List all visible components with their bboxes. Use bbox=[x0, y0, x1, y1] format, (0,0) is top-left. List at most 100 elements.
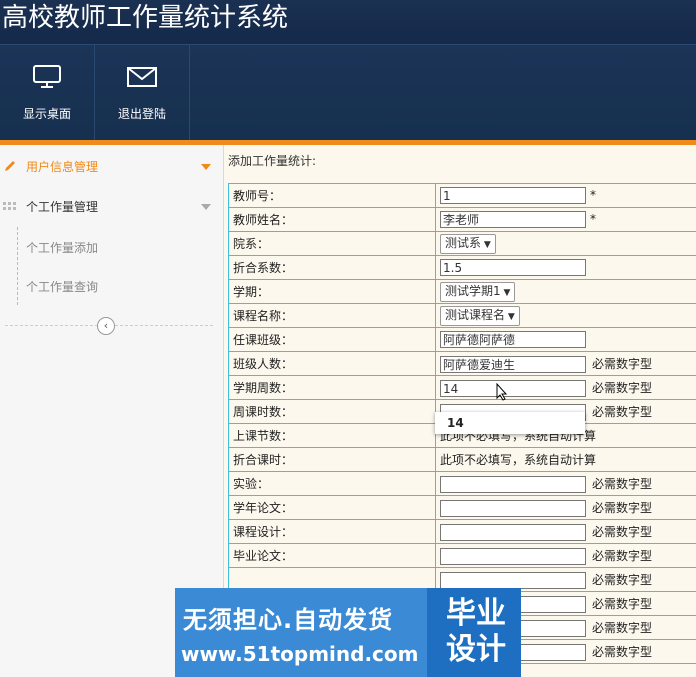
text-input[interactable] bbox=[440, 523, 586, 541]
field-cell: 1 * bbox=[435, 183, 696, 208]
form-row: 毕业论文： 必需数字型 bbox=[228, 543, 696, 568]
form-row: 学期： 测试学期1 ▼ bbox=[228, 279, 696, 304]
toolbar: 显示桌面 退出登陆 bbox=[0, 45, 696, 140]
watermark-banner: 无须担心.自动发货 www.51topmind.com bbox=[175, 588, 427, 677]
field-cell: 14 必需数字型 bbox=[435, 375, 696, 400]
field-cell: 阿萨德爱迪生 必需数字型 bbox=[435, 351, 696, 376]
form-row: 实验： 必需数字型 bbox=[228, 471, 696, 496]
text-input[interactable]: 阿萨德阿萨德 bbox=[440, 331, 586, 348]
show-desktop-button[interactable]: 显示桌面 bbox=[0, 45, 95, 140]
text-input[interactable]: 李老师 bbox=[440, 211, 586, 228]
form-row: 折合系数： 1.5 bbox=[228, 255, 696, 280]
field-cell: 必需数字型 bbox=[435, 519, 696, 544]
form-row: 课程设计： 必需数字型 bbox=[228, 519, 696, 544]
numeric-hint: 必需数字型 bbox=[592, 620, 653, 635]
dropdown-value: 测试系 bbox=[445, 235, 482, 250]
dropdown-value: 测试课程名 bbox=[445, 307, 506, 322]
text-input[interactable]: 阿萨德爱迪生 bbox=[440, 355, 586, 373]
numeric-hint: 必需数字型 bbox=[592, 644, 653, 659]
app-title: 高校教师工作量统计系统 bbox=[2, 3, 289, 33]
field-label: 班级人数： bbox=[228, 351, 436, 376]
field-cell: 阿萨德阿萨德 bbox=[435, 327, 696, 352]
form-row: 院系： 测试系 ▼ bbox=[228, 231, 696, 256]
watermark-url: www.51topmind.com bbox=[181, 642, 419, 666]
field-label: 上课节数： bbox=[228, 423, 436, 448]
page-title: 添加工作量统计: bbox=[228, 154, 317, 168]
field-label: 教师号： bbox=[228, 183, 436, 208]
field-cell: 必需数字型 bbox=[435, 471, 696, 496]
text-input[interactable] bbox=[440, 499, 586, 517]
field-label: 实验： bbox=[228, 471, 436, 496]
numeric-hint: 必需数字型 bbox=[592, 356, 653, 371]
monitor-icon bbox=[33, 65, 61, 88]
field-cell: 此项不必填写，系统自动计算 bbox=[435, 447, 696, 472]
chevron-down-icon bbox=[201, 204, 211, 210]
sidebar-item-label: 用户信息管理 bbox=[26, 160, 99, 174]
form-row: 课程名称： 测试课程名 ▼ bbox=[228, 303, 696, 328]
title-bar: 高校教师工作量统计系统 bbox=[0, 0, 696, 45]
field-label: 课程名称： bbox=[228, 303, 436, 328]
form-row: 班级人数： 阿萨德爱迪生 必需数字型 bbox=[228, 351, 696, 376]
field-cell: 必需数字型 bbox=[435, 495, 696, 520]
sidebar-item-label: 个工作量管理 bbox=[26, 200, 99, 214]
required-marker: * bbox=[590, 188, 596, 202]
grid-icon bbox=[3, 202, 16, 210]
text-input[interactable] bbox=[440, 547, 586, 565]
dropdown-select[interactable]: 测试学期1 ▼ bbox=[440, 281, 516, 302]
field-cell: 测试课程名 ▼ bbox=[435, 303, 696, 328]
required-marker: * bbox=[590, 212, 596, 226]
dropdown-arrow-icon: ▼ bbox=[505, 311, 515, 322]
form-row: 教师号： 1 * bbox=[228, 183, 696, 208]
sidebar-item-user-info[interactable]: 用户信息管理 bbox=[0, 151, 223, 181]
dropdown-arrow-icon: ▼ bbox=[481, 239, 491, 250]
watermark-slogan: 无须担心.自动发货 bbox=[183, 606, 394, 634]
watermark-badge-text: 毕业设计 bbox=[446, 596, 506, 667]
numeric-hint: 必需数字型 bbox=[592, 500, 653, 515]
sidebar-collapse-button[interactable]: ‹ bbox=[97, 317, 115, 335]
logout-button[interactable]: 退出登陆 bbox=[95, 45, 190, 140]
field-label: 学期： bbox=[228, 279, 436, 304]
field-cell: 测试系 ▼ bbox=[435, 231, 696, 256]
field-label: 学期周数： bbox=[228, 375, 436, 400]
watermark: 无须担心.自动发货 www.51topmind.com 毕业设计 bbox=[175, 588, 521, 677]
numeric-hint: 必需数字型 bbox=[592, 380, 653, 395]
sidebar-subitem-add[interactable]: 个工作量添加 bbox=[26, 239, 98, 256]
text-input[interactable] bbox=[440, 475, 586, 493]
form-row: 教师姓名： 李老师 * bbox=[228, 207, 696, 232]
text-input[interactable]: 1 bbox=[440, 187, 586, 204]
field-label: 课程设计： bbox=[228, 519, 436, 544]
field-cell: 测试学期1 ▼ bbox=[435, 279, 696, 304]
field-label: 教师姓名： bbox=[228, 207, 436, 232]
dropdown-select[interactable]: 测试系 ▼ bbox=[440, 233, 496, 254]
envelope-icon bbox=[127, 67, 157, 87]
dropdown-arrow-icon: ▼ bbox=[500, 287, 511, 298]
pencil-icon bbox=[5, 161, 15, 171]
numeric-hint: 必需数字型 bbox=[592, 524, 653, 539]
autocomplete-suggestion[interactable]: 14 bbox=[435, 412, 585, 434]
field-label: 任课班级： bbox=[228, 327, 436, 352]
logout-label: 退出登陆 bbox=[117, 107, 166, 121]
dropdown-value: 测试学期1 bbox=[445, 283, 501, 298]
dropdown-select[interactable]: 测试课程名 ▼ bbox=[440, 305, 520, 326]
tree-line bbox=[17, 227, 18, 305]
field-cell: 李老师 * bbox=[435, 207, 696, 232]
sidebar-item-workload[interactable]: 个工作量管理 bbox=[0, 191, 223, 221]
mouse-cursor-icon bbox=[496, 383, 508, 401]
field-label: 折合系数： bbox=[228, 255, 436, 280]
field-label: 毕业论文： bbox=[228, 543, 436, 568]
header: 高校教师工作量统计系统 显示桌面 退出登陆 bbox=[0, 0, 696, 140]
field-label: 院系： bbox=[228, 231, 436, 256]
numeric-hint: 必需数字型 bbox=[592, 476, 653, 491]
field-label: 折合课时： bbox=[228, 447, 436, 472]
field-cell: 必需数字型 bbox=[435, 543, 696, 568]
sidebar-subitem-query[interactable]: 个工作量查询 bbox=[26, 278, 98, 295]
numeric-hint: 必需数字型 bbox=[592, 404, 653, 419]
text-input[interactable] bbox=[440, 571, 586, 589]
chevron-down-icon bbox=[201, 164, 211, 170]
form-row: 学期周数： 14 必需数字型 bbox=[228, 375, 696, 400]
text-input[interactable]: 1.5 bbox=[440, 259, 586, 276]
numeric-hint: 必需数字型 bbox=[592, 572, 653, 587]
text-input[interactable]: 14 bbox=[440, 379, 586, 397]
numeric-hint: 必需数字型 bbox=[592, 596, 653, 611]
show-desktop-label: 显示桌面 bbox=[22, 107, 71, 121]
